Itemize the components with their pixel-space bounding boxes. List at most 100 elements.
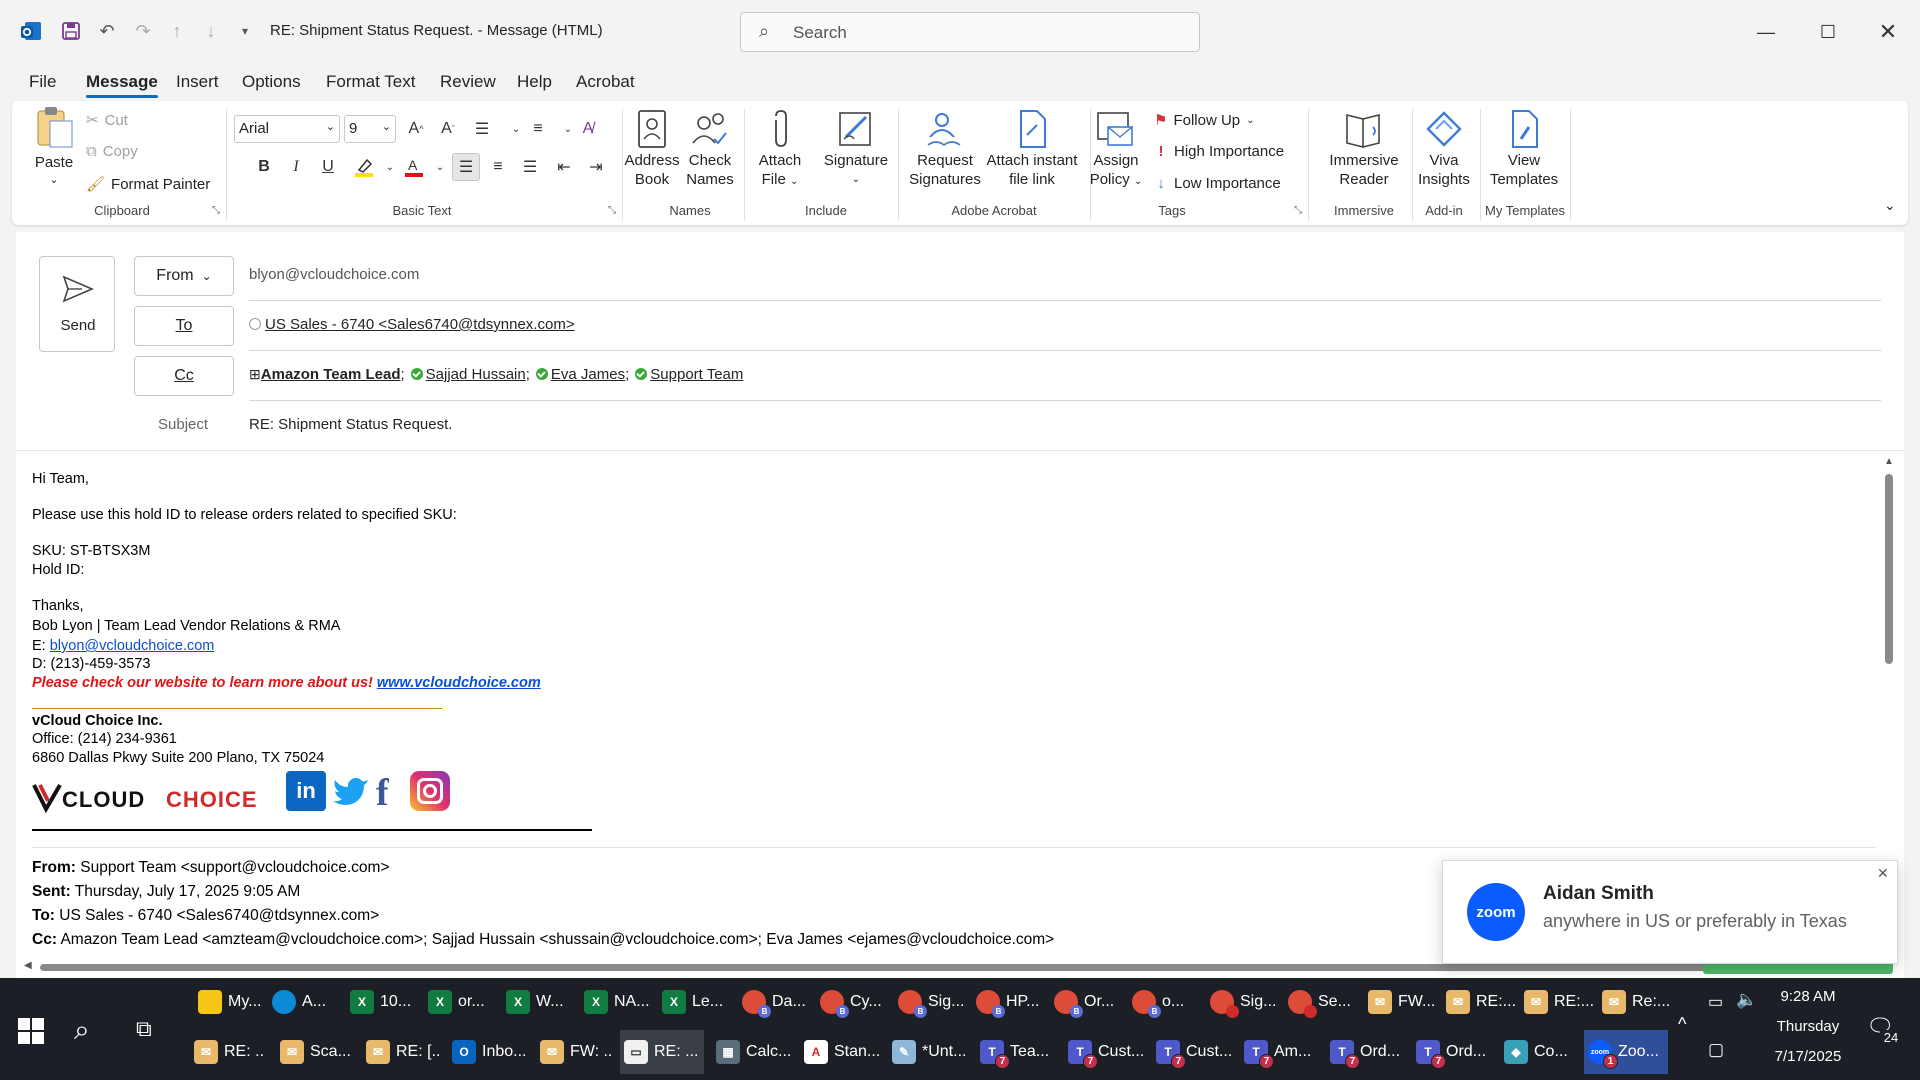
recipient-chip[interactable]: US Sales - 6740 <Sales6740@tdsynnex.com> xyxy=(265,316,575,333)
taskbar-zoom[interactable]: zoom 1 Zoo... xyxy=(1584,1030,1668,1074)
scroll-left-icon[interactable]: ◀ xyxy=(24,960,32,971)
align-left-icon[interactable]: ☰ xyxy=(452,153,480,181)
taskbar-outlook-inbox[interactable]: O Inbo... xyxy=(448,1030,528,1074)
address-book-icon[interactable] xyxy=(630,107,674,151)
clock-date[interactable]: 7/17/2025 xyxy=(1762,1048,1854,1065)
previous-item-icon[interactable]: ↑ xyxy=(164,18,190,44)
linkedin-icon[interactable]: in xyxy=(286,771,326,811)
show-hidden-icons-icon[interactable]: ^ xyxy=(1678,1014,1686,1035)
request-signatures-icon[interactable] xyxy=(922,107,966,151)
instagram-icon[interactable] xyxy=(410,771,450,811)
search-input[interactable]: ⌕ Search xyxy=(740,12,1200,52)
taskbar-excel[interactable]: X W... xyxy=(502,980,574,1024)
grow-font-icon[interactable]: A ^ xyxy=(402,115,430,143)
taskbar-mail[interactable]: ✉ RE: [... xyxy=(362,1030,442,1074)
to-field[interactable]: US Sales - 6740 <Sales6740@tdsynnex.com> xyxy=(249,316,575,333)
zoom-notification[interactable]: zoom Aidan Smith anywhere in US or prefe… xyxy=(1442,860,1898,964)
to-button[interactable]: To xyxy=(134,306,234,346)
close-button[interactable]: ✕ xyxy=(1868,14,1908,50)
taskbar-edge[interactable]: A... xyxy=(268,980,340,1024)
bullets-icon[interactable]: ☰ xyxy=(468,115,496,143)
align-right-icon[interactable]: ☰ xyxy=(516,153,544,181)
request-signatures-button[interactable]: Request Signatures xyxy=(900,151,990,189)
taskbar-chrome[interactable]: Se... xyxy=(1284,980,1358,1024)
maximize-button[interactable]: ☐ xyxy=(1808,14,1848,50)
taskbar-mail[interactable]: ✉ FW... xyxy=(1364,980,1438,1024)
taskbar-excel[interactable]: Xor... xyxy=(424,980,496,1024)
taskbar-teams[interactable]: T 7 Ord... xyxy=(1412,1030,1492,1074)
windows-start-icon[interactable] xyxy=(18,1018,44,1047)
taskbar-mail[interactable]: ✉ RE:... xyxy=(1442,980,1516,1024)
paste-dropdown-icon[interactable]: ⌄ xyxy=(34,171,74,190)
font-name-select[interactable]: Arial ⌄ xyxy=(234,115,340,143)
next-item-icon[interactable]: ↓ xyxy=(198,18,224,44)
menu-options[interactable]: Options xyxy=(242,72,301,92)
taskbar-search-icon[interactable]: ⌕ xyxy=(74,1014,90,1047)
menu-message[interactable]: Message xyxy=(86,72,158,98)
menu-insert[interactable]: Insert xyxy=(176,72,219,92)
twitter-icon[interactable] xyxy=(332,773,372,809)
minimize-button[interactable]: — xyxy=(1746,14,1786,50)
immersive-reader-button[interactable]: Immersive Reader xyxy=(1322,151,1406,189)
taskbar-chrome[interactable]: B Da... xyxy=(738,980,812,1024)
taskbar-file-explorer[interactable]: My... xyxy=(194,980,266,1024)
subject-field[interactable]: RE: Shipment Status Request. xyxy=(249,416,452,433)
taskbar-mail[interactable]: ✉FW: ... xyxy=(536,1030,612,1074)
bold-icon[interactable]: B xyxy=(250,153,278,181)
taskbar-notepad[interactable]: ✎ *Unt... xyxy=(888,1030,968,1074)
signature-icon[interactable] xyxy=(834,107,878,151)
ribbon-collapse-icon[interactable]: ⌄ xyxy=(1884,197,1896,214)
taskbar-chrome[interactable]: B Cy... xyxy=(816,980,890,1024)
expand-group-icon[interactable]: ⊞ xyxy=(249,366,261,382)
paperclip-icon[interactable] xyxy=(758,107,802,151)
undo-icon[interactable]: ↶ xyxy=(94,18,120,44)
attach-instant-link-button[interactable]: Attach instant file link xyxy=(978,151,1086,189)
font-color-dropdown-icon[interactable]: ⌄ xyxy=(426,153,454,181)
menu-review[interactable]: Review xyxy=(440,72,496,92)
taskbar-mail[interactable]: ✉ Sca... xyxy=(276,1030,350,1074)
vertical-scroll-thumb[interactable] xyxy=(1885,474,1893,664)
send-button[interactable]: Send xyxy=(39,256,115,352)
taskbar-mail[interactable]: ✉RE: ... xyxy=(190,1030,264,1074)
view-templates-button[interactable]: View Templates xyxy=(1484,151,1564,189)
paste-button[interactable]: Paste xyxy=(34,153,74,172)
cut-button[interactable]: ✂ Cut xyxy=(86,111,128,130)
paste-icon[interactable] xyxy=(32,105,76,149)
taskbar-teams[interactable]: T 7 Ord... xyxy=(1326,1030,1406,1074)
italic-icon[interactable]: I xyxy=(282,153,310,181)
taskbar-excel[interactable]: X 10... xyxy=(346,980,418,1024)
close-notification-icon[interactable]: ✕ xyxy=(1877,865,1889,882)
viva-insights-icon[interactable] xyxy=(1422,107,1466,151)
taskbar-mail[interactable]: ✉ RE:... xyxy=(1520,980,1594,1024)
highlight-icon[interactable] xyxy=(350,153,378,181)
from-field[interactable]: blyon@vcloudchoice.com xyxy=(249,266,419,283)
clipboard-launcher-icon[interactable]: ⤡ xyxy=(212,205,220,216)
taskbar-chrome[interactable]: B Sig... xyxy=(894,980,968,1024)
shrink-font-icon[interactable]: Aˇ xyxy=(434,115,462,143)
clear-formatting-icon[interactable]: A̸ xyxy=(574,115,602,143)
format-painter-button[interactable]: 🖌 Format Painter xyxy=(86,175,210,194)
tags-launcher-icon[interactable]: ⤡ xyxy=(1294,205,1302,216)
clock-time[interactable]: 9:28 AM xyxy=(1768,988,1848,1005)
recipient-chip[interactable]: Support Team xyxy=(650,366,743,383)
font-color-icon[interactable]: A xyxy=(400,153,428,181)
attach-link-icon[interactable] xyxy=(1010,107,1054,151)
recipient-chip[interactable]: Eva James xyxy=(551,366,625,383)
taskbar-chrome[interactable]: Bo... xyxy=(1128,980,1202,1024)
underline-icon[interactable]: U xyxy=(314,153,342,181)
taskbar-copilot[interactable]: ◆ Co... xyxy=(1500,1030,1576,1074)
horizontal-scroll-thumb[interactable] xyxy=(40,964,1720,971)
facebook-icon[interactable]: f xyxy=(376,773,400,813)
clock-day[interactable]: Thursday xyxy=(1768,1018,1848,1035)
network-icon[interactable]: ▢ xyxy=(1708,1040,1724,1060)
taskbar-excel[interactable]: X Le... xyxy=(658,980,730,1024)
website-link[interactable]: www.vcloudchoice.com xyxy=(377,675,541,691)
taskbar-teams[interactable]: T 7 Cust... xyxy=(1152,1030,1232,1074)
menu-acrobat[interactable]: Acrobat xyxy=(576,72,635,92)
from-button[interactable]: From ⌄ xyxy=(134,256,234,296)
menu-file[interactable]: File xyxy=(29,72,56,92)
menu-format-text[interactable]: Format Text xyxy=(326,72,415,92)
assign-policy-icon[interactable] xyxy=(1092,107,1136,151)
taskbar-chrome[interactable]: B HP... xyxy=(972,980,1046,1024)
volume-icon[interactable]: 🔈 xyxy=(1736,990,1757,1010)
